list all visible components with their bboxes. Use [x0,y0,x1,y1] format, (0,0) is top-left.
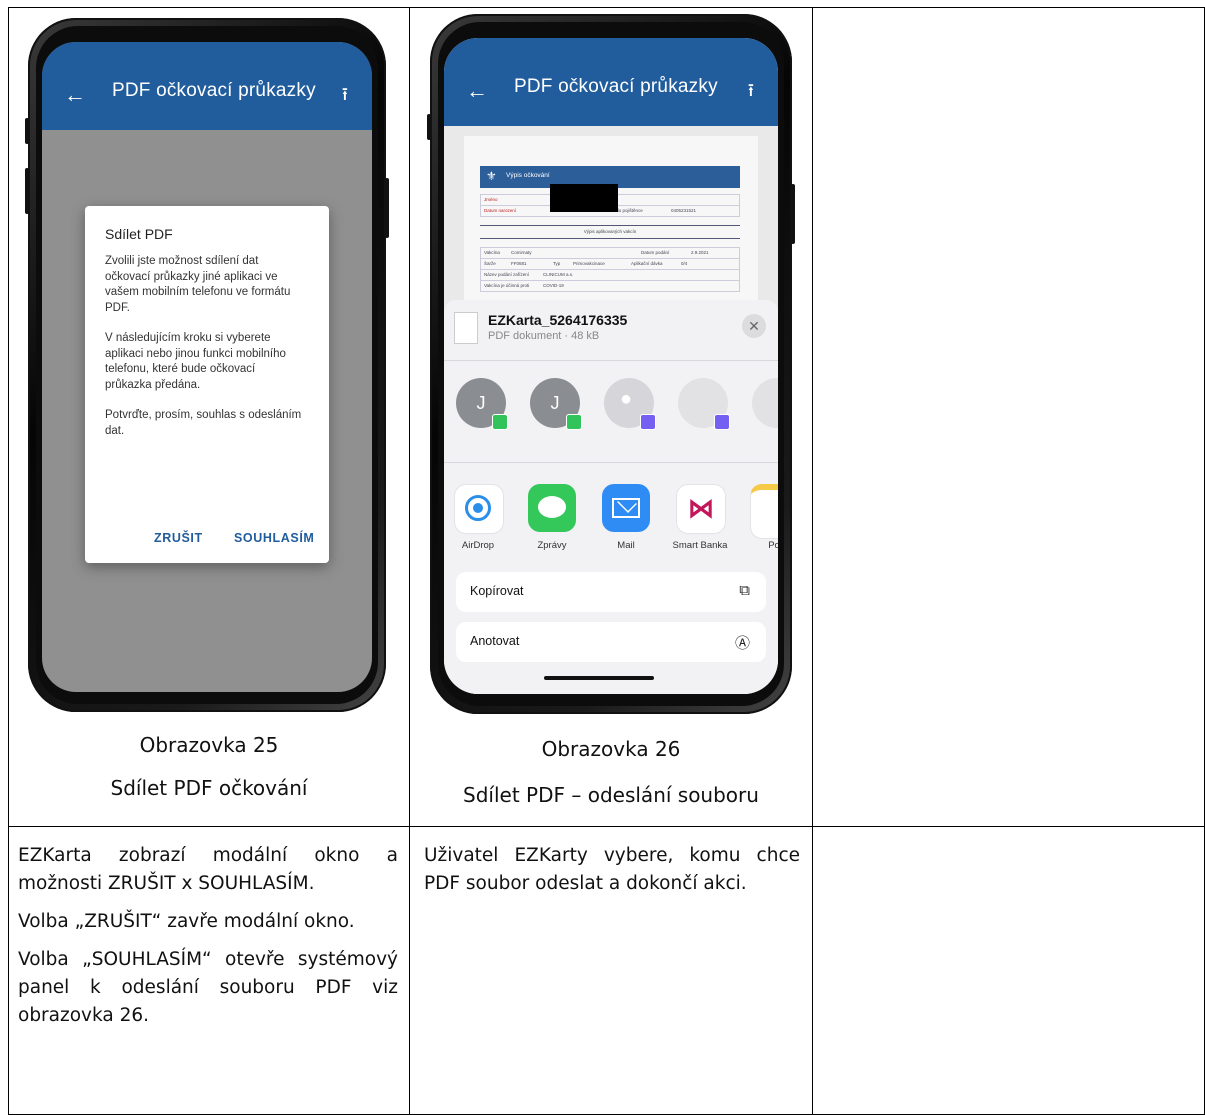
pdf-label: Vakcína [484,250,500,255]
agree-button[interactable]: SOUHLASÍM [234,531,314,545]
pdf-file-icon [454,312,478,344]
mail-icon[interactable] [602,484,650,532]
viber-badge-icon [714,414,730,430]
pdf-value: 2.9.2021 [691,250,709,255]
dialog-paragraph: V následujícím kroku si vyberete aplikac… [105,332,286,391]
app-label: Mail [617,540,635,551]
divider [444,462,778,463]
description-paragraph: Volba „ZRUŠIT“ zavře modální okno. [18,911,355,932]
screen-25: ← PDF očkovací průkazky ⭱ Sdílet PDF Zvo… [42,42,372,692]
col-divider-1 [409,7,410,1115]
home-indicator [544,676,654,680]
copy-icon: ⧉ [739,582,750,599]
viber-badge-icon [640,414,656,430]
upload-icon[interactable]: ⭱ [748,78,754,108]
pdf-label: Typ [553,261,561,266]
pdf-value: FF0681 [511,261,527,266]
pdf-value: 0/4 [681,261,688,266]
row-divider [8,826,1205,827]
app-bar-title: PDF očkovací průkazky [514,76,718,97]
share-pdf-dialog: Sdílet PDF Zvolili jste možnost sdílení … [85,206,329,563]
messages-icon[interactable] [528,484,576,532]
share-sheet: EZKarta_5264176335 PDF dokument · 48 kB … [444,300,778,694]
pdf-label: Aplikační dávka [631,261,663,266]
messages-badge-icon [566,414,582,430]
pdf-value: Comirnaty [511,250,532,255]
app-bar: ← PDF očkovací průkazky ⭱ [42,42,372,130]
pdf-label: Šarže [484,261,496,266]
smart-banka-icon[interactable]: ⋈ [676,484,726,534]
side-button [25,168,29,214]
dialog-title: Sdílet PDF [105,226,173,242]
contact-avatar[interactable] [752,378,778,428]
caption-title-25: Obrazovka 25 [139,733,279,757]
action-label: Kopírovat [470,584,524,598]
messages-badge-icon [492,414,508,430]
pdf-label: Datum podání [641,250,670,255]
pdf-value: 0405231521 [671,208,697,213]
app-label: Smart Banka [672,540,728,551]
caption-subtitle-26: Sdílet PDF – odeslání souboru [463,783,759,807]
pdf-label: Název podání zařízení [484,272,530,277]
cancel-button[interactable]: ZRUŠIT [154,531,203,545]
back-arrow-icon[interactable]: ← [64,82,86,108]
pdf-label: Vakcína je účinná proti [484,283,530,288]
pdf-value: Primovakcinace [573,261,605,266]
description-paragraph: Uživatel EZKarty vybere, komu chce PDF s… [424,845,800,894]
app-bar: ← PDF očkovací průkazky ⭱ [444,38,778,126]
pdf-header-title: Výpis očkování [506,172,550,179]
notes-icon[interactable] [750,484,778,539]
caption-title-26: Obrazovka 26 [541,737,681,761]
screen-26: ← PDF očkovací průkazky ⭱ ⚜ Výpis očková… [444,38,778,694]
copy-action[interactable]: Kopírovat ⧉ [456,572,766,612]
close-icon[interactable]: ✕ [742,314,766,338]
pdf-value: COVID-19 [543,283,564,288]
dialog-paragraph: Zvolili jste možnost sdílení dat očkovac… [105,255,291,314]
back-arrow-icon[interactable]: ← [466,78,488,104]
pdf-label: Datum narození [484,208,517,213]
dialog-body: Zvolili jste možnost sdílení dat očkovac… [105,254,305,454]
file-name: EZKarta_5264176335 [488,312,628,328]
caption-subtitle-25: Sdílet PDF očkování [110,776,308,800]
description-25: EZKarta zobrazí modální okno a možnosti … [18,842,398,1040]
divider [444,360,778,361]
app-label: Zprávy [537,540,567,551]
action-label: Anotovat [470,634,520,648]
markup-icon: Ⓐ [734,635,750,652]
person-icon: ● [620,388,633,410]
upload-icon[interactable]: ⭱ [342,82,348,112]
coat-of-arms-icon: ⚜ [486,169,497,183]
description-paragraph: Volba „SOUHLASÍM“ otevře systémový panel… [18,949,398,1026]
description-paragraph: EZKarta zobrazí modální okno a možnosti … [18,845,398,894]
side-button [25,118,29,144]
col-divider-2 [812,7,813,1115]
phone-frame-26: ← PDF očkovací průkazky ⭱ ⚜ Výpis očková… [427,14,795,714]
pdf-table: Jméno Datum narození Číslo pojištěnce 04… [480,184,740,292]
app-bar-title: PDF očkovací průkazky [112,80,316,101]
pdf-label: Jméno [484,197,498,202]
phone-frame-25: ← PDF očkovací průkazky ⭱ Sdílet PDF Zvo… [25,18,389,712]
pdf-section-title: Výpis aplikovaných vakcín [583,229,637,234]
side-button [791,184,795,244]
pdf-value: CLINICUM a.s. [543,272,574,277]
app-label: Po [768,540,778,551]
annotate-action[interactable]: Anotovat Ⓐ [456,622,766,662]
dialog-paragraph: Potvrďte, prosím, souhlas s odesláním da… [105,409,302,437]
redaction-box [550,184,618,212]
description-26: Uživatel EZKarty vybere, komu chce PDF s… [424,842,800,908]
side-button [385,178,389,238]
file-meta: PDF dokument · 48 kB [488,330,600,342]
app-label: AirDrop [461,540,495,551]
side-button [427,114,431,140]
airdrop-icon[interactable] [454,484,504,534]
